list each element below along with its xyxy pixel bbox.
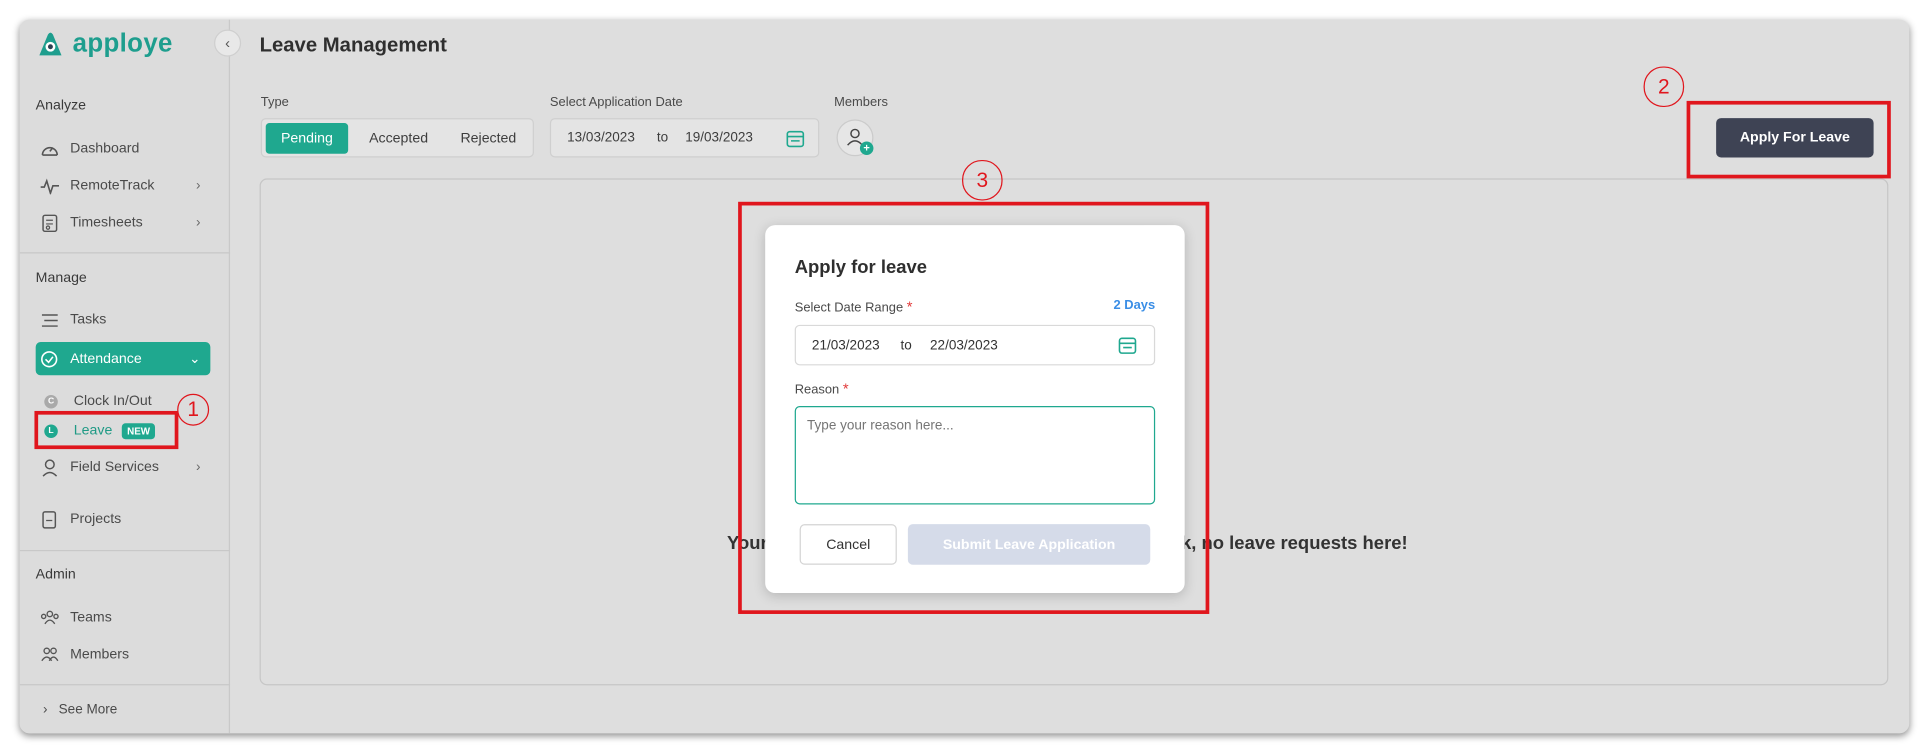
sidebar-divider — [19, 684, 231, 686]
sidebar-item-field-services[interactable]: Field Services › — [36, 452, 211, 484]
sidebar-subitem-label: Clock In/Out — [73, 393, 152, 409]
sidebar-item-label: Timesheets — [70, 215, 143, 231]
sidebar-divider — [19, 549, 231, 552]
sidebar-subitem-leave[interactable]: L Leave NEW — [44, 418, 156, 443]
application-date-range-picker[interactable]: 13/03/2023 to 19/03/2023 — [549, 118, 820, 158]
sidebar-subitem-label: Leave — [73, 423, 113, 439]
chevron-right-icon: › — [196, 178, 201, 194]
activity-pulse-icon — [39, 176, 59, 196]
sidebar-item-label: RemoteTrack — [70, 178, 155, 194]
cancel-button[interactable]: Cancel — [799, 524, 897, 565]
sidebar-subitem-clock-in-out[interactable]: C Clock In/Out — [44, 389, 152, 414]
sidebar-item-label: Teams — [70, 610, 112, 626]
sidebar-divider — [19, 252, 231, 254]
plus-icon: + — [859, 141, 874, 156]
type-option-rejected[interactable]: Rejected — [447, 123, 531, 154]
section-title-analyze: Analyze — [35, 98, 87, 114]
leave-date-range-picker[interactable]: 21/03/2023 to 22/03/2023 — [794, 324, 1156, 366]
timesheet-icon — [39, 213, 59, 233]
date-range-label-text: Select Date Range — [794, 300, 904, 315]
reason-label: Reason * — [795, 380, 849, 397]
chevron-right-icon: › — [43, 702, 48, 718]
chevron-down-icon: ⌄ — [189, 351, 201, 367]
date-separator: to — [656, 130, 669, 146]
reason-textarea[interactable] — [794, 406, 1156, 505]
application-date-label: Select Application Date — [549, 94, 683, 110]
members-icon — [39, 645, 59, 665]
sidebar-item-attendance[interactable]: Attendance ⌄ — [35, 342, 211, 376]
see-more-link[interactable]: › See More — [43, 703, 117, 718]
section-title-manage: Manage — [35, 270, 87, 286]
sidebar-item-timesheets[interactable]: Timesheets › — [36, 207, 211, 239]
leave-days-count: 2 Days — [1113, 297, 1156, 313]
leave-date-from: 21/03/2023 — [811, 338, 880, 354]
type-filter-label: Type — [260, 94, 289, 110]
modal-title: Apply for leave — [794, 257, 928, 279]
dashboard-gauge-icon — [39, 139, 59, 159]
type-option-accepted[interactable]: Accepted — [353, 123, 444, 154]
sidebar-item-label: Dashboard — [70, 141, 140, 157]
apply-leave-modal: Apply for leave Select Date Range * 2 Da… — [765, 225, 1185, 594]
empty-state-text-right: k, no leave requests here! — [1180, 532, 1408, 554]
sidebar-item-members[interactable]: Members — [36, 639, 211, 671]
annotation-number-3: 3 — [962, 159, 1003, 201]
sidebar-item-label: Attendance — [70, 351, 142, 367]
sidebar-item-tasks[interactable]: Tasks — [36, 304, 211, 336]
section-title-admin: Admin — [35, 567, 76, 582]
chevron-right-icon: › — [196, 460, 201, 475]
reason-label-text: Reason — [794, 382, 840, 398]
annotation-number-2: 2 — [1643, 66, 1685, 108]
location-person-icon — [39, 458, 59, 478]
date-from: 13/03/2023 — [567, 130, 635, 146]
document-icon — [39, 509, 59, 529]
chevron-right-icon: › — [196, 215, 201, 231]
annotation-number-1: 1 — [177, 393, 210, 426]
sidebar-item-teams[interactable]: Teams — [36, 602, 211, 634]
sidebar-item-dashboard[interactable]: Dashboard — [36, 133, 211, 165]
sidebar-item-label: Projects — [70, 511, 122, 527]
members-filter-button[interactable]: + — [836, 119, 874, 157]
new-badge: NEW — [122, 422, 156, 439]
see-more-label: See More — [58, 702, 118, 718]
date-range-label: Select Date Range * — [795, 298, 913, 315]
sidebar-collapse-button[interactable]: ‹ — [214, 29, 242, 57]
type-option-pending[interactable]: Pending — [265, 123, 349, 154]
logo-text: apploye — [72, 29, 173, 58]
date-to: 19/03/2023 — [685, 130, 753, 146]
clock-dot-icon: C — [44, 394, 58, 408]
teams-icon — [39, 608, 59, 628]
sidebar-item-label: Tasks — [70, 312, 107, 328]
apploye-logo-icon — [39, 32, 62, 56]
leave-dot-icon: L — [44, 423, 58, 438]
leave-date-separator: to — [900, 338, 912, 354]
sidebar-item-projects[interactable]: Projects — [36, 503, 211, 535]
required-mark: * — [842, 380, 849, 398]
apply-for-leave-button[interactable]: Apply For Leave — [1716, 118, 1874, 158]
calendar-icon — [1118, 337, 1137, 354]
app-window: apploye Analyze Dashboard RemoteTrack › … — [19, 19, 1910, 734]
sidebar-item-label: Members — [70, 647, 130, 662]
leave-date-to: 22/03/2023 — [930, 338, 998, 354]
sidebar-item-label: Field Services — [70, 460, 159, 475]
empty-state-text-left: Your — [727, 532, 768, 554]
calendar-icon — [786, 130, 805, 148]
page-title: Leave Management — [259, 34, 447, 57]
chevron-left-icon: ‹ — [225, 34, 231, 52]
required-mark: * — [906, 297, 913, 315]
sidebar-item-remotetrack[interactable]: RemoteTrack › — [36, 170, 211, 202]
logo[interactable]: apploye — [36, 30, 173, 60]
attendance-icon — [39, 349, 59, 369]
submit-leave-application-button[interactable]: Submit Leave Application — [907, 524, 1151, 565]
members-filter-label: Members — [834, 94, 888, 110]
sidebar: apploye Analyze Dashboard RemoteTrack › … — [19, 19, 231, 734]
type-filter-segmented: Pending Accepted Rejected — [260, 118, 534, 158]
list-icon — [39, 310, 59, 330]
